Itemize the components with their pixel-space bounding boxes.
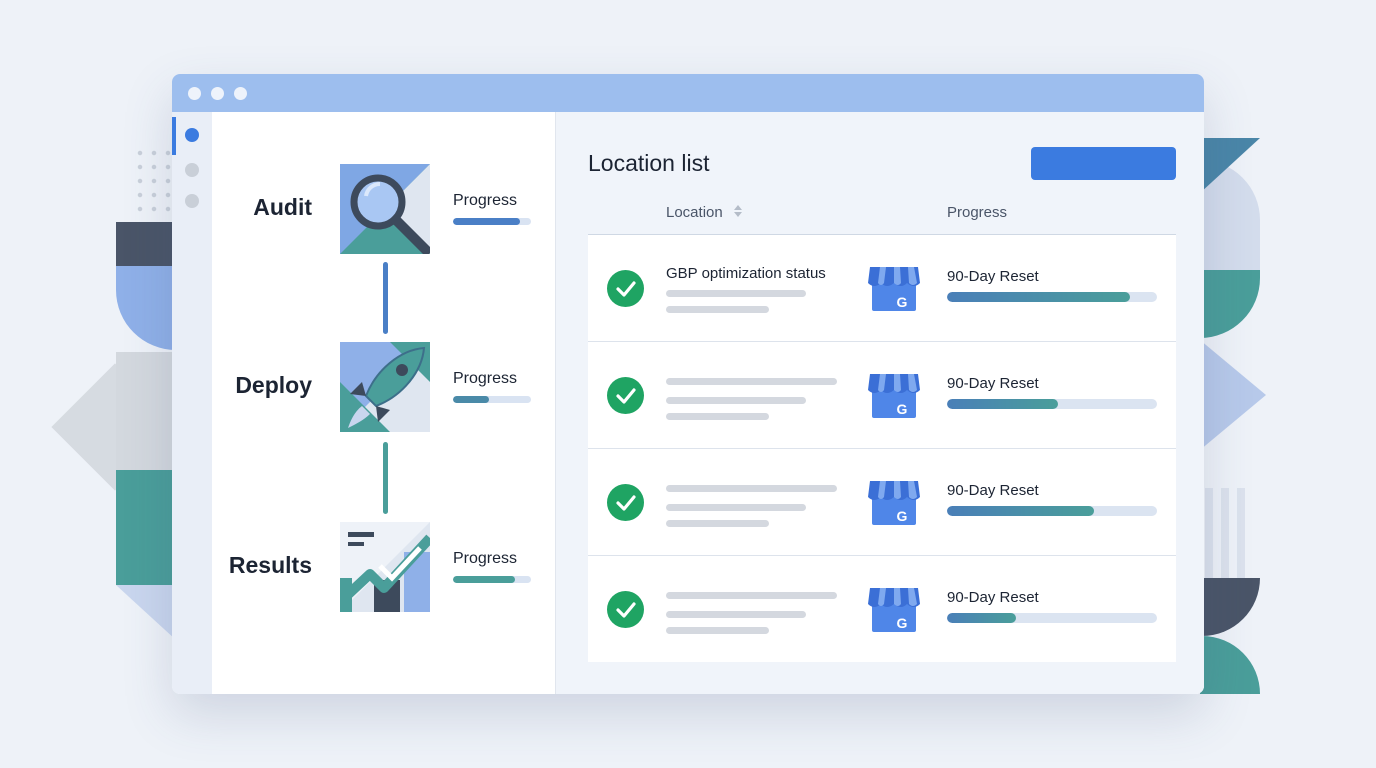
decorative-shape xyxy=(116,266,176,350)
check-circle-icon xyxy=(607,377,644,414)
nav-item[interactable] xyxy=(185,194,199,208)
table-row[interactable]: G 90-Day Reset xyxy=(588,555,1176,662)
step-audit[interactable]: Audit Progress xyxy=(212,164,556,256)
svg-text:G: G xyxy=(897,401,908,417)
row-progress-bar xyxy=(947,613,1157,623)
decorative-shape xyxy=(116,352,176,472)
step-progress-label: Progress xyxy=(453,550,518,567)
table-row[interactable]: GBP optimization status G 90-Day Reset xyxy=(588,234,1176,341)
placeholder-line xyxy=(666,592,837,599)
step-title: Results xyxy=(228,552,312,578)
row-title: GBP optimization status xyxy=(666,265,826,282)
window-control-dot[interactable] xyxy=(188,86,201,100)
row-progress-label: 90-Day Reset xyxy=(947,482,1039,499)
decorative-shape xyxy=(1200,340,1266,450)
decorative-dot-grid xyxy=(133,146,173,216)
row-progress-label: 90-Day Reset xyxy=(947,375,1039,392)
google-business-store-icon: G xyxy=(866,370,922,422)
window-titlebar xyxy=(172,74,1204,112)
placeholder-line xyxy=(666,378,837,385)
placeholder-line xyxy=(666,413,769,420)
chart-check-icon xyxy=(340,522,430,612)
table-row[interactable]: G 90-Day Reset xyxy=(588,448,1176,555)
decorative-shape xyxy=(116,222,176,266)
window-control-dot[interactable] xyxy=(234,86,247,100)
placeholder-line xyxy=(666,485,837,492)
decorative-shape xyxy=(1200,270,1260,338)
row-progress-bar xyxy=(947,506,1157,516)
app-window: Audit Progress Deploy Progress Results P… xyxy=(172,74,1204,694)
location-table: GBP optimization status G 90-Day Reset G… xyxy=(588,234,1176,662)
placeholder-line xyxy=(666,290,806,297)
nav-item[interactable] xyxy=(185,163,199,177)
step-progress-bar xyxy=(453,218,531,225)
step-progress-bar xyxy=(453,576,531,583)
google-business-store-icon: G xyxy=(866,584,922,636)
nav-rail xyxy=(172,112,212,694)
step-results[interactable]: Results Progress xyxy=(212,522,556,614)
row-progress-bar xyxy=(947,399,1157,409)
row-progress-fill xyxy=(947,613,1017,623)
row-progress-label: 90-Day Reset xyxy=(947,589,1039,606)
step-title: Deploy xyxy=(235,372,312,398)
row-progress-fill xyxy=(947,292,1130,302)
decorative-shape xyxy=(1200,636,1260,694)
placeholder-line xyxy=(666,306,769,313)
window-control-dot[interactable] xyxy=(211,86,224,100)
column-header-progress[interactable]: Progress xyxy=(947,204,1007,221)
column-header-label: Location xyxy=(666,204,723,221)
google-business-store-icon: G xyxy=(866,263,922,315)
placeholder-line xyxy=(666,627,769,634)
step-connector xyxy=(383,262,388,334)
google-business-store-icon: G xyxy=(866,477,922,529)
placeholder-line xyxy=(666,504,806,511)
row-progress-fill xyxy=(947,506,1094,516)
rocket-icon xyxy=(340,342,430,432)
row-progress-bar xyxy=(947,292,1157,302)
row-progress-label: 90-Day Reset xyxy=(947,268,1039,285)
column-header-location[interactable]: Location xyxy=(666,204,743,222)
step-title: Audit xyxy=(253,194,312,220)
decorative-shape xyxy=(116,470,176,585)
placeholder-line xyxy=(666,397,806,404)
sort-icon[interactable] xyxy=(733,204,743,222)
svg-text:G: G xyxy=(897,615,908,631)
decorative-shape xyxy=(1200,578,1260,636)
location-list-panel: Location list Location Progress GBP opti… xyxy=(556,112,1204,694)
step-deploy[interactable]: Deploy Progress xyxy=(212,342,556,434)
check-circle-icon xyxy=(607,484,644,521)
row-progress-fill xyxy=(947,399,1059,409)
placeholder-line xyxy=(666,611,806,618)
placeholder-line xyxy=(666,520,769,527)
step-progress-bar xyxy=(453,396,531,403)
page-title: Location list xyxy=(588,150,710,176)
magnifier-icon xyxy=(340,164,430,254)
table-row[interactable]: G 90-Day Reset xyxy=(588,341,1176,448)
step-progress-fill xyxy=(453,218,521,225)
check-circle-icon xyxy=(607,591,644,628)
primary-action-button[interactable] xyxy=(1031,147,1176,180)
svg-text:G: G xyxy=(897,508,908,524)
step-progress-fill xyxy=(453,396,489,403)
decorative-shape xyxy=(116,585,176,640)
step-progress-label: Progress xyxy=(453,370,518,387)
svg-text:G: G xyxy=(897,294,908,310)
workflow-steps-panel: Audit Progress Deploy Progress Results P… xyxy=(212,112,556,694)
decorative-shape xyxy=(1205,488,1245,578)
check-circle-icon xyxy=(607,270,644,307)
nav-item-active[interactable] xyxy=(185,128,199,142)
step-progress-label: Progress xyxy=(453,192,518,209)
step-connector xyxy=(383,442,388,514)
nav-active-indicator xyxy=(172,117,176,155)
step-progress-fill xyxy=(453,576,516,583)
